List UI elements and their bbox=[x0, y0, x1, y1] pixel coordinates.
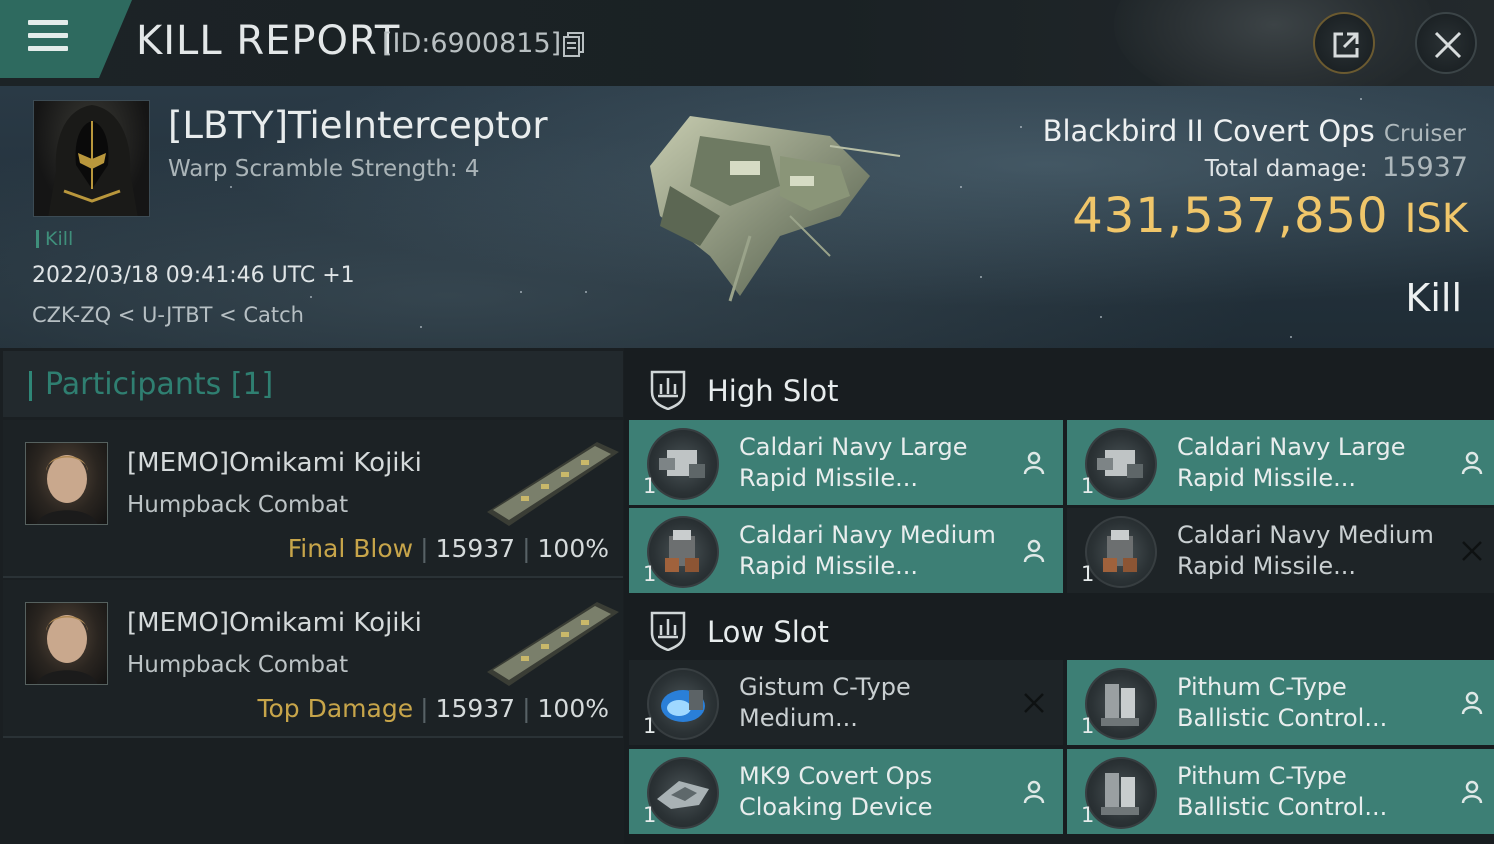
kill-tag: Kill bbox=[36, 230, 73, 249]
victim-summary: [LBTY]TieInterceptor Warp Scramble Stren… bbox=[0, 86, 1494, 348]
low-slot-header: Low Slot bbox=[624, 593, 1494, 665]
ship-class: Cruiser bbox=[1383, 121, 1466, 147]
launcher-module-icon bbox=[1085, 428, 1157, 500]
module-item[interactable]: 1 MK9 Covert Ops Cloaking Device bbox=[629, 749, 1063, 834]
ballistic-control-module-icon bbox=[1085, 757, 1157, 829]
attacker-avatar bbox=[25, 602, 108, 685]
cloaking-device-module-icon bbox=[647, 757, 719, 829]
destroyed-x-icon bbox=[1462, 541, 1482, 561]
module-item[interactable]: 1 Pithum C-Type Ballistic Control... bbox=[1067, 660, 1494, 745]
dropped-pilot-icon bbox=[1023, 451, 1045, 475]
low-slot-label: Low Slot bbox=[707, 615, 829, 649]
dropped-pilot-icon bbox=[1023, 539, 1045, 563]
module-item[interactable]: 1 Caldari Navy Large Rapid Missile... bbox=[1067, 420, 1494, 505]
dropped-pilot-icon bbox=[1461, 691, 1483, 715]
share-icon bbox=[1333, 32, 1359, 58]
participant-row[interactable]: [MEMO]Omikami Kojiki Humpback Combat Fin… bbox=[3, 420, 623, 578]
victim-ship-image[interactable] bbox=[630, 106, 910, 306]
isk-value: 431,537,850 ISK bbox=[1072, 188, 1468, 244]
attacker-avatar bbox=[25, 442, 108, 525]
module-name: Gistum C-Type Medium... bbox=[739, 673, 911, 732]
module-name: Caldari Navy Medium Rapid Missile... bbox=[1177, 521, 1434, 580]
module-item[interactable]: 1 Caldari Navy Medium Rapid Missile... bbox=[1067, 508, 1494, 593]
module-name: Pithum C-Type Ballistic Control... bbox=[1177, 762, 1388, 821]
kill-location[interactable]: CZK-ZQ < U-JTBT < Catch bbox=[32, 303, 304, 327]
destroyed-x-icon bbox=[1024, 693, 1044, 713]
report-id: [ID:6900815] bbox=[382, 28, 562, 59]
total-damage: Total damage: 15937 bbox=[1204, 152, 1468, 183]
participants-label: Participants [1] bbox=[45, 367, 274, 402]
attacker-stats: Final Blow | 15937 | 100% bbox=[287, 534, 609, 563]
attacker-ship-image bbox=[487, 602, 619, 686]
low-slot-shield-icon bbox=[650, 611, 686, 651]
report-result: Kill bbox=[1405, 276, 1462, 320]
module-name: Caldari Navy Large Rapid Missile... bbox=[739, 433, 968, 492]
close-button[interactable] bbox=[1415, 12, 1477, 74]
copy-icon[interactable] bbox=[563, 32, 585, 58]
module-item[interactable]: 1 Gistum C-Type Medium... bbox=[629, 660, 1063, 745]
high-slot-shield-icon bbox=[650, 370, 686, 410]
attacker-name: [MEMO]Omikami Kojiki bbox=[127, 608, 422, 638]
high-slot-header: High Slot bbox=[624, 352, 1494, 424]
final-blow-tag: Final Blow bbox=[287, 534, 414, 563]
attacker-ship-image bbox=[487, 442, 619, 526]
launcher-module-icon bbox=[1085, 516, 1157, 588]
share-button[interactable] bbox=[1313, 12, 1375, 74]
attacker-stats: Top Damage | 15937 | 100% bbox=[257, 694, 609, 723]
victim-pilot-name[interactable]: [LBTY]TieInterceptor bbox=[168, 104, 548, 147]
launcher-module-icon bbox=[647, 516, 719, 588]
module-name: MK9 Covert Ops Cloaking Device bbox=[739, 762, 933, 821]
victim-ship-name[interactable]: Blackbird II Covert Ops Cruiser bbox=[1043, 114, 1466, 148]
attacker-ship: Humpback Combat bbox=[127, 492, 349, 518]
victim-portrait[interactable] bbox=[33, 100, 150, 217]
high-slot-label: High Slot bbox=[707, 374, 839, 408]
attacker-name: [MEMO]Omikami Kojiki bbox=[127, 448, 422, 478]
participants-panel: Participants [1] [MEMO]Omikami Kojiki Hu… bbox=[0, 348, 624, 844]
participant-row[interactable]: [MEMO]Omikami Kojiki Humpback Combat Top… bbox=[3, 580, 623, 738]
ballistic-control-module-icon bbox=[1085, 668, 1157, 740]
close-icon bbox=[1434, 31, 1462, 59]
top-bar: KILL REPORT [ID:6900815] bbox=[0, 0, 1494, 110]
page-title: KILL REPORT bbox=[136, 18, 401, 64]
participants-tab[interactable]: Participants [1] bbox=[3, 351, 623, 417]
module-name: Caldari Navy Large Rapid Missile... bbox=[1177, 433, 1406, 492]
warp-scramble-strength: Warp Scramble Strength: 4 bbox=[168, 156, 480, 182]
module-name: Caldari Navy Medium Rapid Missile... bbox=[739, 521, 996, 580]
fitting-panel: High Slot 1 Caldari Navy Large Rapid Miss… bbox=[624, 348, 1494, 844]
module-item[interactable]: 1 Caldari Navy Medium Rapid Missile... bbox=[629, 508, 1063, 593]
dropped-pilot-icon bbox=[1461, 451, 1483, 475]
shield-booster-module-icon bbox=[647, 668, 719, 740]
top-damage-tag: Top Damage bbox=[257, 694, 414, 723]
menu-button[interactable] bbox=[0, 0, 132, 78]
module-item[interactable]: 1 Caldari Navy Large Rapid Missile... bbox=[629, 420, 1063, 505]
dropped-pilot-icon bbox=[1023, 780, 1045, 804]
hooded-pilot-avatar bbox=[48, 105, 138, 216]
attacker-ship: Humpback Combat bbox=[127, 652, 349, 678]
launcher-module-icon bbox=[647, 428, 719, 500]
kill-timestamp: 2022/03/18 09:41:46 UTC +1 bbox=[32, 263, 355, 288]
hamburger-icon bbox=[28, 20, 68, 54]
module-name: Pithum C-Type Ballistic Control... bbox=[1177, 673, 1388, 732]
dropped-pilot-icon bbox=[1461, 780, 1483, 804]
module-item[interactable]: 1 Pithum C-Type Ballistic Control... bbox=[1067, 749, 1494, 834]
